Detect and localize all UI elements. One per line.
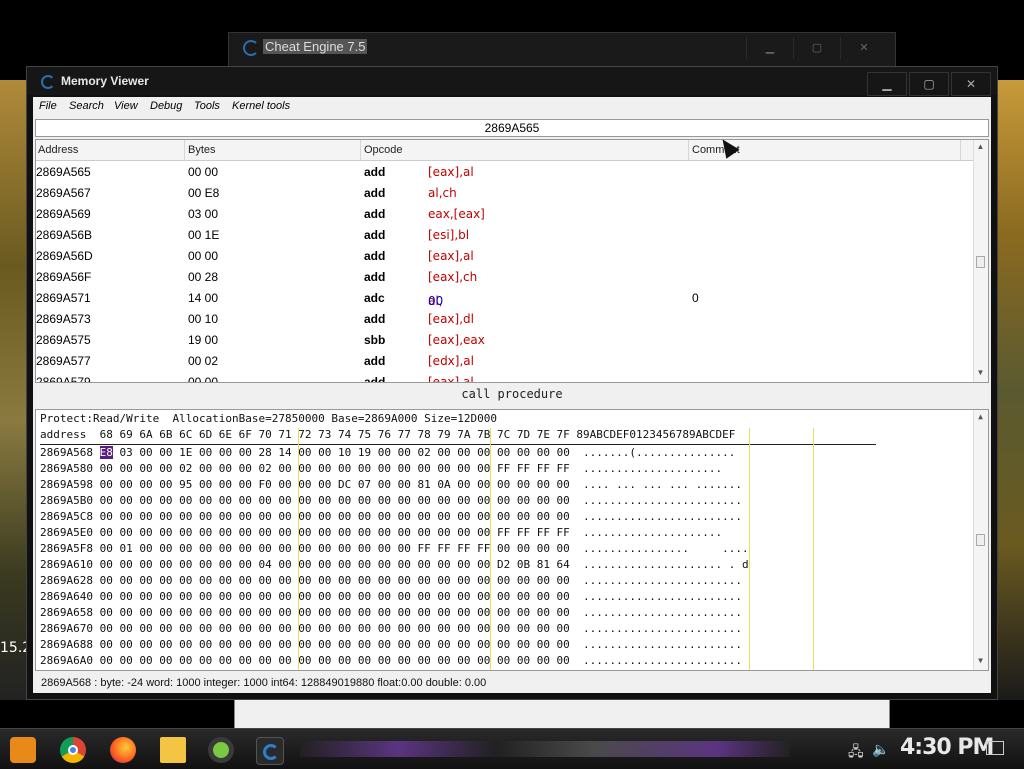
- hex-header: address 68 69 6A 6B 6C 6D 6E 6F 70 71 72…: [40, 428, 736, 441]
- hex-row[interactable]: 2869A5F8 00 01 00 00 00 00 00 00 00 00 0…: [40, 542, 749, 558]
- menu-search[interactable]: Search: [69, 100, 104, 112]
- table-row[interactable]: 2869A579 00 00 add [eax],al: [36, 372, 974, 382]
- column-opcode[interactable]: Opcode: [364, 144, 403, 156]
- game-icon[interactable]: [208, 737, 234, 763]
- hex-row[interactable]: 2869A6A0 00 00 00 00 00 00 00 00 00 00 0…: [40, 654, 742, 670]
- taskbar-decoration: [300, 741, 790, 757]
- hex-row[interactable]: 2869A568 E8 03 00 00 1E 00 00 00 28 14 0…: [40, 446, 735, 462]
- window-title: Memory Viewer: [61, 74, 149, 88]
- hex-row[interactable]: 2869A658 00 00 00 00 00 00 00 00 00 00 0…: [40, 606, 742, 622]
- disassembler-header: Address Bytes Opcode Comment: [36, 140, 974, 161]
- hex-row[interactable]: 2869A5B0 00 00 00 00 00 00 00 00 00 00 0…: [40, 494, 742, 510]
- minimize-button[interactable]: ▁: [867, 72, 907, 96]
- table-row[interactable]: 2869A56F 00 28 add [eax],ch: [36, 267, 974, 288]
- column-address[interactable]: Address: [38, 144, 78, 156]
- table-row[interactable]: 2869A577 00 02 add [edx],al: [36, 351, 974, 372]
- disassembler-scrollbar[interactable]: ▲ ▼: [973, 140, 988, 382]
- cheat-engine-logo-icon: [243, 40, 259, 56]
- scroll-thumb[interactable]: [976, 534, 985, 546]
- header-underline: [40, 444, 876, 445]
- hex-info: Protect:Read/Write AllocationBase=278500…: [40, 412, 497, 425]
- maximize-button[interactable]: ▢: [909, 72, 949, 96]
- minimize-button[interactable]: ▁: [746, 37, 793, 59]
- hex-row[interactable]: 2869A5E0 00 00 00 00 00 00 00 00 00 00 0…: [40, 526, 722, 542]
- taskbar: 🖧 🔈 4:30 PM: [0, 728, 1024, 769]
- window-client: File Search View Debug Tools Kernel tool…: [33, 97, 991, 693]
- table-row[interactable]: 2869A571 14 00 adc al, 00 0: [36, 288, 974, 309]
- volume-icon[interactable]: 🔈: [872, 741, 889, 758]
- column-guide: [813, 428, 814, 670]
- call-status: call procedure: [461, 387, 563, 401]
- close-button[interactable]: ✕: [951, 72, 991, 96]
- firefox-icon[interactable]: [110, 737, 136, 763]
- disassembler-view[interactable]: Address Bytes Opcode Comment 2869A565 00 …: [35, 139, 989, 383]
- column-bytes[interactable]: Bytes: [188, 144, 216, 156]
- cheat-engine-logo-icon: [41, 75, 55, 89]
- scroll-thumb[interactable]: [976, 256, 985, 268]
- cheat-engine-window-body: [234, 700, 890, 728]
- hex-row[interactable]: 2869A580 00 00 00 00 02 00 00 00 02 00 0…: [40, 462, 722, 478]
- selected-byte[interactable]: E8: [99, 446, 113, 459]
- hex-row[interactable]: 2869A610 00 00 00 00 00 00 00 00 04 00 0…: [40, 558, 749, 574]
- start-icon[interactable]: [10, 737, 36, 763]
- hex-scrollbar[interactable]: ▲ ▼: [973, 410, 988, 670]
- hex-row[interactable]: 2869A598 00 00 00 00 95 00 00 00 F0 00 0…: [40, 478, 742, 494]
- maximize-button[interactable]: ▢: [793, 37, 840, 59]
- hex-view[interactable]: Protect:Read/Write AllocationBase=278500…: [35, 409, 989, 671]
- table-row[interactable]: 2869A567 00 E8 add al,ch: [36, 183, 974, 204]
- column-guide: [749, 428, 750, 670]
- table-row[interactable]: 2869A573 00 10 add [eax],dl: [36, 309, 974, 330]
- disassembler-rows: 2869A565 00 00 add [eax],al 2869A567 00 E8 ad…: [36, 162, 974, 382]
- menu-debug[interactable]: Debug: [150, 100, 182, 112]
- cheat-engine-icon[interactable]: [256, 737, 284, 765]
- table-row[interactable]: 2869A575 19 00 sbb [eax],eax: [36, 330, 974, 351]
- table-row[interactable]: 2869A569 03 00 add eax,[eax]: [36, 204, 974, 225]
- close-button[interactable]: ✕: [840, 37, 887, 59]
- hex-row[interactable]: 2869A640 00 00 00 00 00 00 00 00 00 00 0…: [40, 590, 742, 606]
- status-bar: 2869A568 : byte: -24 word: 1000 integer:…: [41, 677, 487, 689]
- table-row[interactable]: 2869A56B 00 1E add [esi],bl: [36, 225, 974, 246]
- hex-row[interactable]: 2869A688 00 00 00 00 00 00 00 00 00 00 0…: [40, 638, 742, 654]
- clock[interactable]: 4:30 PM: [900, 735, 994, 760]
- notification-icon[interactable]: [986, 741, 1004, 755]
- scroll-up-icon[interactable]: ▲: [976, 412, 985, 422]
- wallpaper-right: [998, 80, 1024, 700]
- network-icon[interactable]: 🖧: [848, 741, 864, 765]
- address-input[interactable]: 2869A565: [35, 119, 989, 137]
- hex-row[interactable]: 2869A5C8 00 00 00 00 00 00 00 00 00 00 0…: [40, 510, 742, 526]
- table-row[interactable]: 2869A56D 00 00 add [eax],al: [36, 246, 974, 267]
- cheat-engine-title: Cheat Engine 7.5: [263, 39, 368, 54]
- chrome-icon[interactable]: [60, 737, 86, 763]
- menu-file[interactable]: File: [39, 100, 57, 112]
- folder-icon[interactable]: [160, 737, 186, 763]
- menu-tools[interactable]: Tools: [194, 100, 220, 112]
- scroll-up-icon[interactable]: ▲: [976, 142, 985, 152]
- menu-kernel-tools[interactable]: Kernel tools: [232, 100, 290, 112]
- hex-row[interactable]: 2869A670 00 00 00 00 00 00 00 00 00 00 0…: [40, 622, 742, 638]
- menu-bar: File Search View Debug Tools Kernel tool…: [33, 97, 991, 115]
- scroll-down-icon[interactable]: ▼: [976, 368, 985, 378]
- memory-viewer-window: Memory Viewer ▁ ▢ ✕ File Search View Deb…: [26, 66, 998, 700]
- menu-view[interactable]: View: [114, 100, 138, 112]
- hex-row[interactable]: 2869A628 00 00 00 00 00 00 00 00 00 00 0…: [40, 574, 742, 590]
- scroll-down-icon[interactable]: ▼: [976, 656, 985, 666]
- table-row[interactable]: 2869A565 00 00 add [eax],al: [36, 162, 974, 183]
- title-bar[interactable]: Memory Viewer ▁ ▢ ✕: [27, 67, 997, 96]
- wallpaper-left: [0, 80, 27, 700]
